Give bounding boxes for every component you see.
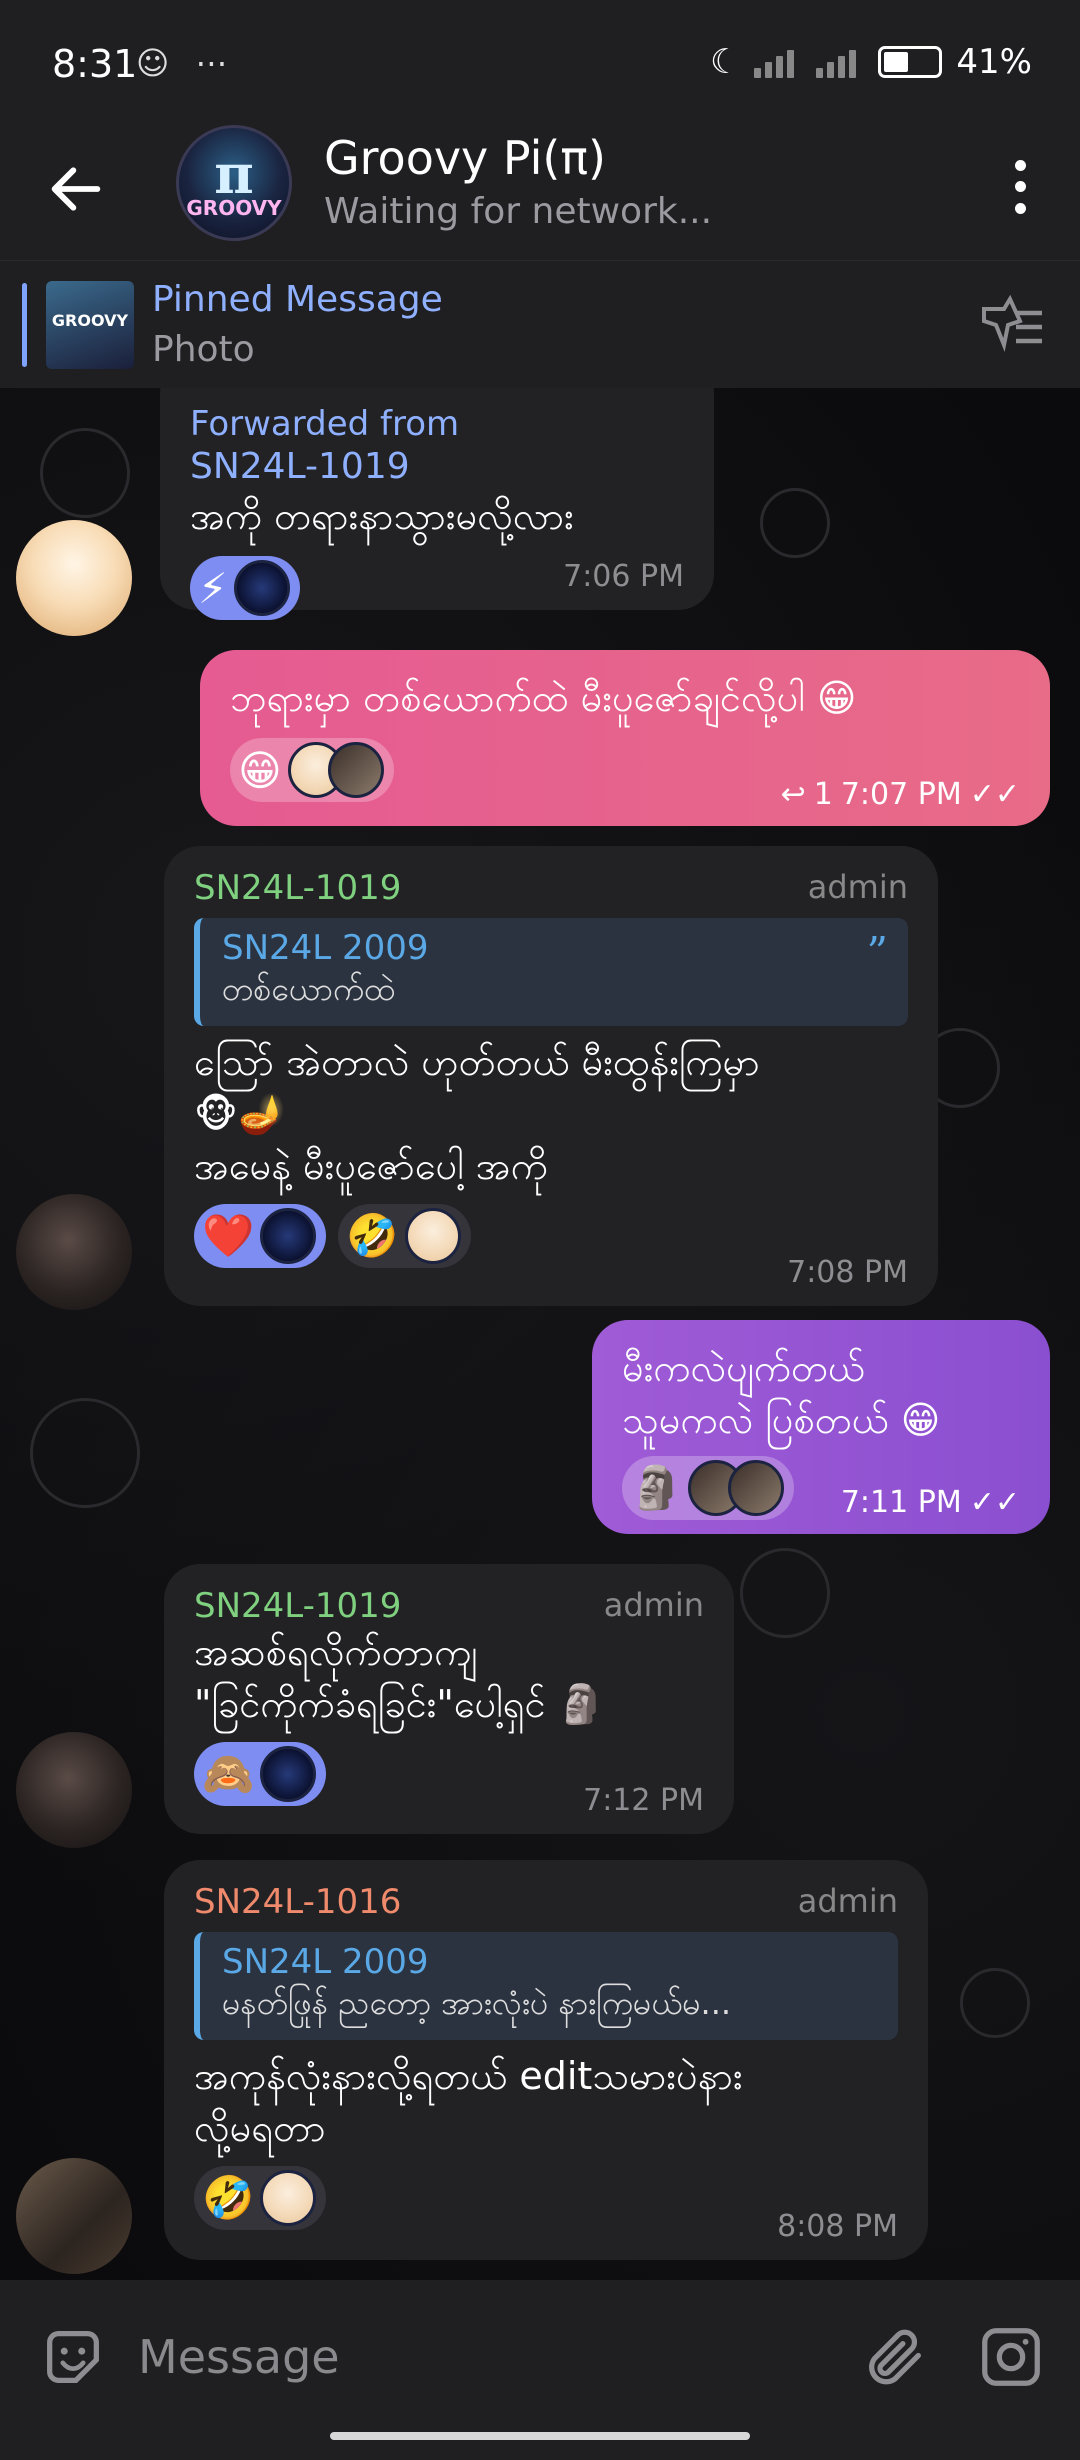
reactor-avatar	[260, 2170, 317, 2226]
camera-icon[interactable]	[976, 2322, 1046, 2392]
message-meta: 7:11 PM ✓✓	[841, 1485, 1020, 1520]
reply-text: တစ်ယောက်ထဲ	[222, 970, 395, 1008]
chat-avatar[interactable]: π GROOVY	[176, 125, 292, 241]
bg-doodle	[30, 1398, 140, 1508]
message-bubble[interactable]: SN24L-1019 admin SN24L 2009 တစ်ယောက်ထဲ ”…	[164, 846, 938, 1306]
battery-icon	[878, 46, 943, 78]
avatar[interactable]	[16, 2158, 132, 2274]
reply-arrow-icon: ↩	[780, 777, 806, 812]
reactor-avatar	[233, 560, 290, 616]
unpin-icon[interactable]	[976, 293, 1046, 353]
message-text: ဘုရားမှာ တစ်ယောက်ထဲ မီးပူဇော်ချင်လို့ပါ …	[230, 676, 857, 720]
pinned-subtitle: Photo	[152, 329, 255, 370]
message-text: အကုန်လုံးနားလို့ရတယ် editသမားပဲနား လို့မ…	[194, 2054, 743, 2150]
reaction-emoji: ❤️	[202, 1211, 255, 1260]
message-bubble[interactable]: SN24L-1019 admin အဆစ်ရလိုက်တာကျ "ခြင်ကို…	[164, 1564, 734, 1834]
sender-name[interactable]: SN24L-1019	[194, 868, 908, 908]
reaction-chip[interactable]: ❤️	[194, 1204, 327, 1268]
pinned-message-bar[interactable]: GROOVY Pinned Message Photo	[0, 260, 1080, 388]
message-bubble-outgoing[interactable]: မီးကလဲပျက်တယ် သူမကလဲ ပြစ်တယ် 😁 🗿 7:11 PM…	[592, 1320, 1050, 1534]
chat-status: Waiting for network...	[324, 191, 713, 232]
status-bar: 8:31 ☺ ⋯ ☾ 41%	[0, 0, 1080, 125]
avatar-logo-text: GROOVY	[186, 196, 282, 220]
pinned-title: Pinned Message	[152, 279, 443, 320]
home-indicator[interactable]	[330, 2432, 750, 2440]
signal-icon	[754, 46, 802, 78]
message-list[interactable]: Forwarded from SN24L-1019 အကို တရားနာသွာ…	[0, 388, 1080, 2280]
reaction-chip[interactable]: ⚡	[190, 556, 300, 620]
forwarded-label: Forwarded from	[190, 404, 460, 444]
avatar[interactable]	[16, 520, 132, 636]
message-time: 7:06 PM	[563, 559, 684, 594]
reply-sender: SN24L 2009	[222, 1942, 429, 1982]
message-bubble-outgoing[interactable]: ဘုရားမှာ တစ်ယောက်ထဲ မီးပူဇော်ချင်လို့ပါ …	[200, 650, 1050, 826]
message-composer: Message	[0, 2280, 1080, 2460]
reply-count[interactable]: 1	[814, 777, 833, 812]
reaction-emoji: 😁	[238, 745, 282, 795]
double-check-icon: ✓✓	[969, 777, 1020, 812]
avatar[interactable]	[16, 1194, 132, 1310]
avatar[interactable]	[16, 1732, 132, 1848]
chat-title[interactable]: Groovy Pi(π)	[324, 131, 606, 185]
reactor-avatar	[728, 1460, 785, 1516]
status-time: 8:31	[52, 42, 138, 86]
message-bubble[interactable]: Forwarded from SN24L-1019 အကို တရားနာသွာ…	[160, 388, 714, 620]
reactor-avatar	[327, 742, 384, 798]
sender-role: admin	[807, 868, 908, 906]
message-time: 8:08 PM	[777, 2209, 898, 2244]
chat-header: π GROOVY Groovy Pi(π) Waiting for networ…	[0, 125, 1080, 260]
bg-doodle	[740, 1548, 830, 1638]
message-time: 7:08 PM	[787, 1255, 908, 1290]
reaction-emoji: 🙈	[202, 1749, 255, 1798]
message-input[interactable]: Message	[138, 2330, 340, 2384]
double-check-icon: ✓✓	[969, 1485, 1020, 1520]
reaction-chip[interactable]: 🗿	[622, 1456, 795, 1520]
reaction-chip[interactable]: 🤣	[338, 1204, 471, 1268]
reaction-emoji: 🤣	[346, 1211, 399, 1260]
sender-role: admin	[603, 1586, 704, 1624]
reaction-chip[interactable]: 🤣	[194, 2166, 327, 2230]
message-meta: ↩ 1 7:07 PM ✓✓	[781, 777, 1020, 812]
reactor-avatar	[260, 1208, 317, 1264]
quote-icon: ”	[866, 928, 888, 977]
reply-preview[interactable]: SN24L 2009 တစ်ယောက်ထဲ ”	[194, 918, 908, 1026]
reply-text: မနတ်ဖြုန် ညတော့ အားလုံးပဲ နားကြမယ်မ...	[222, 1984, 732, 2022]
back-arrow-icon[interactable]	[44, 157, 108, 221]
message-text: ဩော် အဲတာလဲ ဟုတ်တယ် မီးထွန်းကြမှာ 🐵🪔 အမေ…	[194, 1040, 760, 1188]
signal-icon-2	[816, 46, 864, 78]
message-bubble[interactable]: SN24L-1016 admin SN24L 2009 မနတ်ဖြုန် ညတ…	[164, 1860, 928, 2260]
thumb-text: GROOVY	[51, 311, 129, 330]
reaction-chip[interactable]: 😁	[230, 738, 394, 802]
bg-doodle	[960, 1968, 1030, 2038]
message-time: 7:07 PM	[840, 777, 962, 812]
reaction-emoji: 🗿	[630, 1463, 683, 1512]
reply-preview[interactable]: SN24L 2009 မနတ်ဖြုန် ညတော့ အားလုံးပဲ နား…	[194, 1932, 898, 2040]
pinned-indicator	[22, 283, 27, 367]
message-text: အကို တရားနာသွားမလို့လား	[190, 494, 574, 538]
emoji-icon[interactable]	[38, 2322, 108, 2392]
reaction-chip[interactable]: 🙈	[194, 1742, 327, 1806]
message-time: 7:12 PM	[583, 1783, 704, 1818]
moon-icon: ☾	[709, 42, 741, 82]
bg-doodle	[40, 428, 130, 518]
reactor-avatar	[404, 1208, 461, 1264]
status-right: ☾ 41%	[710, 42, 1032, 82]
more-vert-icon[interactable]	[1000, 155, 1040, 219]
pinned-thumbnail: GROOVY	[46, 281, 134, 369]
attach-icon[interactable]	[860, 2322, 930, 2392]
battery-level: 41%	[956, 42, 1032, 82]
sender-role: admin	[797, 1882, 898, 1920]
reactor-avatar	[260, 1746, 317, 1802]
message-time: 7:11 PM	[840, 1485, 962, 1520]
message-text: မီးကလဲပျက်တယ် သူမကလဲ ပြစ်တယ် 😁	[622, 1346, 941, 1442]
message-text: အဆစ်ရလိုက်တာကျ "ခြင်ကိုက်ခံရခြင်း"ပေါ့ရှ…	[194, 1630, 606, 1726]
forwarded-from[interactable]: SN24L-1019	[190, 444, 684, 490]
bg-doodle	[760, 488, 830, 558]
notification-icons: ☺ ⋯	[136, 44, 236, 82]
reaction-emoji: ⚡	[198, 563, 228, 613]
sender-name[interactable]: SN24L-1016	[194, 1882, 898, 1922]
reaction-emoji: 🤣	[202, 2173, 255, 2222]
reply-sender: SN24L 2009	[222, 928, 429, 968]
